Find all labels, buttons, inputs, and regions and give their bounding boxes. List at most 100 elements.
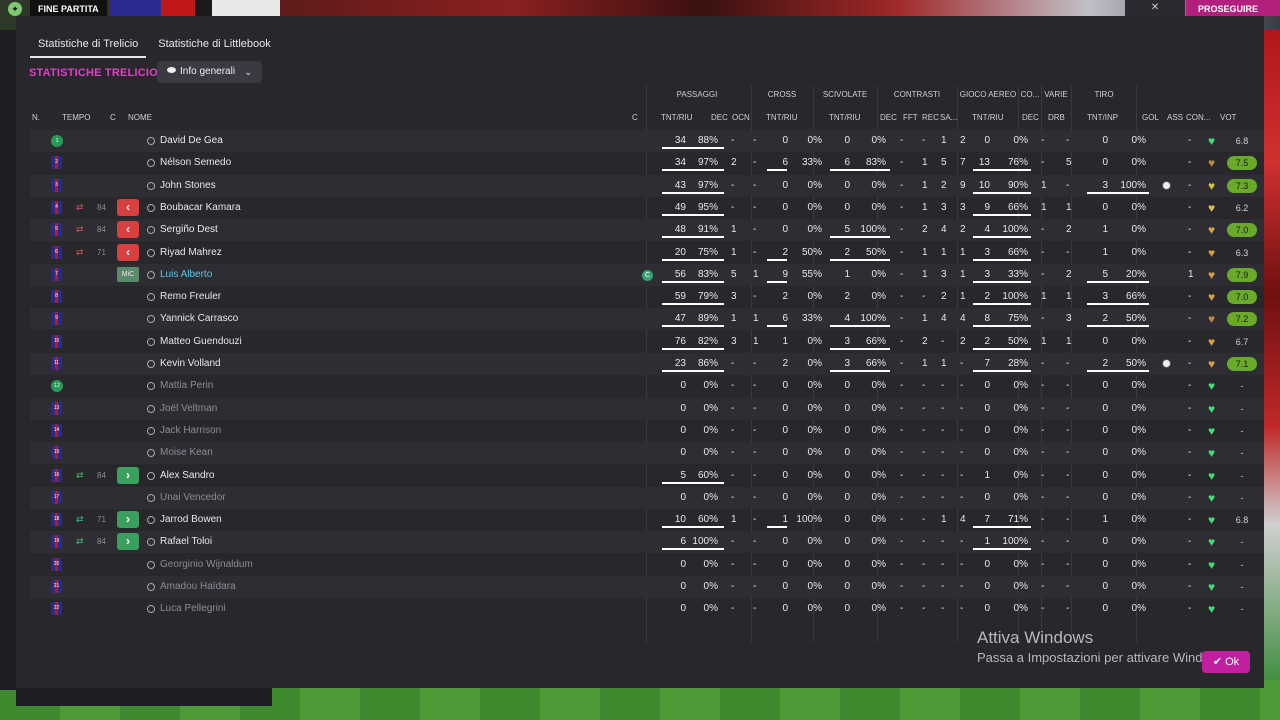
tackle-accuracy: 0%: [871, 424, 886, 436]
subbed-on-icon[interactable]: ›: [117, 533, 139, 551]
player-row[interactable]: 18 ⇄ 71 › Jarrod Bowen 10 60% 1-1 100% 0 0% - -1 4 7 71…: [30, 509, 1264, 531]
player-row[interactable]: 22 Luca Pellegrini 0 0% - - 0 0% 0 0% - - - - 0 0% - - 0 0%…: [30, 598, 1264, 620]
header-tiro[interactable]: TIRO: [1072, 90, 1136, 99]
col-con[interactable]: CON...: [1186, 113, 1210, 122]
player-name[interactable]: Moise Kean: [160, 442, 213, 464]
tab-littlebook-stats[interactable]: Statistiche di Littlebook: [150, 38, 279, 58]
player-row[interactable]: 19 ⇄ 84 › Rafael Toloi 6 100% - -0 0% 0 0% - - - -1 100%…: [30, 531, 1264, 554]
player-name[interactable]: Boubacar Kamara: [160, 197, 241, 219]
col-con-dec[interactable]: DEC: [880, 113, 897, 122]
col-sa[interactable]: SA...: [940, 113, 957, 122]
col-sciv-tnt[interactable]: TNT/RIU: [829, 113, 861, 122]
player-row[interactable]: 5 ⇄ 84 ‹ Sergiño Dest 48 91% 1-0 0% 5 100% -2 4 2 4 100…: [30, 219, 1264, 242]
col-tempo[interactable]: TEMPO: [62, 113, 90, 122]
player-row[interactable]: 8 Remo Freuler 59 79% 3-2 0% 2 0% - -2 1 2 100% 1 1 3 66…: [30, 286, 1264, 308]
player-row[interactable]: 3 John Stones 43 97% - -0 0% 0 0% -1 2 9 10 90% 1-3 100…: [30, 174, 1264, 197]
player-name[interactable]: Jack Harrison: [160, 420, 221, 442]
player-name[interactable]: Jarrod Bowen: [160, 509, 222, 531]
player-name[interactable]: Matteo Guendouzi: [160, 331, 242, 353]
player-name[interactable]: Georginio Wijnaldum: [160, 554, 253, 576]
col-ass[interactable]: ASS: [1167, 113, 1183, 122]
col-gol[interactable]: GOL: [1142, 113, 1159, 122]
col-cross-tnt[interactable]: TNT/RIU: [766, 113, 798, 122]
person-icon: [147, 137, 155, 145]
col-nome[interactable]: NOME: [128, 113, 152, 122]
person-icon: [147, 404, 155, 413]
player-row[interactable]: 6 ⇄ 71 ‹ Riyad Mahrez 20 75% 1-2 50% 2 50% -1 1 1 3 66%…: [30, 242, 1264, 264]
player-row[interactable]: 16 ⇄ 84 › Alex Sandro 5 60% - -0 0% 0 0% - - - -1 0% - -0 0…: [30, 465, 1264, 487]
header-contrasti[interactable]: CONTRASTI: [878, 90, 956, 99]
player-name[interactable]: Mattia Perin: [160, 375, 213, 397]
player-name[interactable]: Riyad Mahrez: [160, 242, 222, 264]
tab-trelicio-stats[interactable]: Statistiche di Trelicio: [30, 38, 147, 58]
col-c[interactable]: C: [110, 113, 116, 122]
player-row[interactable]: 4 ⇄ 84 ‹ Boubacar Kamara 49 95% - -0 0% 0 0% -1 3 3 9 66…: [30, 197, 1264, 219]
header-gioco-aereo[interactable]: GIOCO AEREO: [958, 90, 1018, 99]
challenge-stat: -: [960, 491, 964, 503]
player-name[interactable]: Unai Vencedor: [160, 487, 226, 509]
player-name[interactable]: Joël Veltman: [160, 398, 217, 420]
player-name[interactable]: David De Gea: [160, 130, 223, 152]
dribbles: -: [1066, 491, 1070, 503]
player-row[interactable]: 11 Kevin Volland 23 86% - -2 0% 3 66% -1 1-7 28% - -2…: [30, 353, 1264, 375]
player-name[interactable]: Sergiño Dest: [160, 219, 218, 241]
col-c2[interactable]: C: [632, 113, 638, 122]
player-row[interactable]: 15 Moise Kean 0 0% - - 0 0% 0 0% - - - - 0 0% - - 0 0% - ♥ -: [30, 442, 1264, 465]
continue-button[interactable]: PROSEGUIRE: [1186, 0, 1280, 16]
shot-accuracy: 0%: [1131, 536, 1146, 548]
player-name[interactable]: Yannick Carrasco: [160, 308, 238, 330]
player-name[interactable]: Amadou Haïdara: [160, 576, 236, 598]
col-pass-dec[interactable]: DEC: [711, 113, 728, 122]
player-row[interactable]: 12 Mattia Perin 0 0% - - 0 0% 0 0% - - - - 0 0% - - 0 0% - ♥ -: [30, 375, 1264, 397]
player-row[interactable]: 7 MiC Luis Alberto C 56 83% 5 1 9 55% 1 0% -1 3 1 3 33% -…: [30, 263, 1264, 286]
header-passaggi[interactable]: PASSAGGI: [646, 90, 748, 99]
player-name[interactable]: Remo Freuler: [160, 286, 221, 308]
ok-button[interactable]: ✔ Ok: [1202, 651, 1250, 673]
subbed-on-icon[interactable]: ›: [117, 511, 139, 529]
col-pass-ocn[interactable]: OCN: [732, 113, 750, 122]
heart-icon: ♥: [1208, 379, 1216, 394]
challenge-stat: -: [900, 157, 904, 169]
cross-attempts: 0: [782, 469, 788, 481]
col-vot[interactable]: VOT: [1220, 113, 1236, 122]
header-cross[interactable]: CROSS: [752, 90, 812, 99]
subbed-off-icon[interactable]: ‹: [117, 221, 139, 239]
subbed-on-icon[interactable]: ›: [117, 466, 139, 484]
col-number[interactable]: N.: [32, 113, 40, 122]
player-name[interactable]: Nélson Semedo: [160, 152, 231, 174]
view-select[interactable]: Info generali ⌄: [157, 61, 262, 83]
player-row[interactable]: 9 Yannick Carrasco 47 89% 1 1 6 33% 4 100% -1 4 4 8 75…: [30, 308, 1264, 331]
col-pass-tnt[interactable]: TNT/RIU: [661, 113, 693, 122]
header-varie[interactable]: VARIE: [1042, 90, 1070, 99]
player-row[interactable]: 2 Nélson Semedo 34 97% 2-6 33% 6 83% -1 5 7 13 76% -5…: [30, 152, 1264, 174]
player-name[interactable]: Luca Pellegrini: [160, 598, 226, 620]
header-co[interactable]: CO...: [1019, 90, 1041, 99]
player-row[interactable]: 21 Amadou Haïdara 0 0% - - 0 0% 0 0% - - - - 0 0% - - 0 0% -…: [30, 576, 1264, 598]
player-rating: -: [1240, 425, 1244, 436]
col-rec[interactable]: REC: [922, 113, 939, 122]
subbed-off-icon[interactable]: ‹: [117, 243, 139, 261]
subbed-off-icon[interactable]: ‹: [117, 198, 139, 216]
player-row[interactable]: 13 Joël Veltman 0 0% - - 0 0% 0 0% - - - - 0 0% - - 0 0% - ♥ -: [30, 397, 1264, 420]
player-row[interactable]: 1 David De Gea 34 88% - -0 0% 0 0% - -1 2 0 0% - -0 0% - ♥…: [30, 130, 1264, 152]
player-name[interactable]: Alex Sandro: [160, 465, 214, 487]
player-name[interactable]: Rafael Toloi: [160, 531, 212, 553]
player-row[interactable]: 14 Jack Harrison 0 0% - - 0 0% 0 0% - - - - 0 0% - - 0 0% - ♥…: [30, 420, 1264, 442]
col-aereo-tnt[interactable]: TNT/RIU: [972, 113, 1004, 122]
shirt-number: 4: [51, 200, 62, 214]
player-name[interactable]: Kevin Volland: [160, 353, 221, 375]
toolbar-menu[interactable]: ✕: [1125, 0, 1185, 16]
player-row[interactable]: 20 Georginio Wijnaldum 0 0% - - 0 0% 0 0% - - - - 0 0% -…: [30, 554, 1264, 576]
header-scivolate[interactable]: SCIVOLATE: [814, 90, 876, 99]
player-name[interactable]: John Stones: [160, 175, 216, 197]
player-row[interactable]: 17 Unai Vencedor 0 0% - - 0 0% 0 0% - - - - 0 0% - - 0 0% - ♥…: [30, 486, 1264, 509]
player-name[interactable]: Luis Alberto: [160, 264, 212, 286]
col-co-dec[interactable]: DEC: [1022, 113, 1039, 122]
col-tiro-tnt[interactable]: TNT/INP: [1087, 113, 1118, 122]
pass-ocn: -: [753, 291, 757, 303]
col-drb[interactable]: DRB: [1048, 113, 1065, 122]
dribbles: -: [1066, 380, 1070, 392]
assists: -: [1188, 291, 1192, 303]
col-fft[interactable]: FFT: [903, 113, 918, 122]
player-row[interactable]: 10 Matteo Guendouzi 76 82% 3 1 1 0% 3 66% -2-2 2 50%…: [30, 331, 1264, 353]
